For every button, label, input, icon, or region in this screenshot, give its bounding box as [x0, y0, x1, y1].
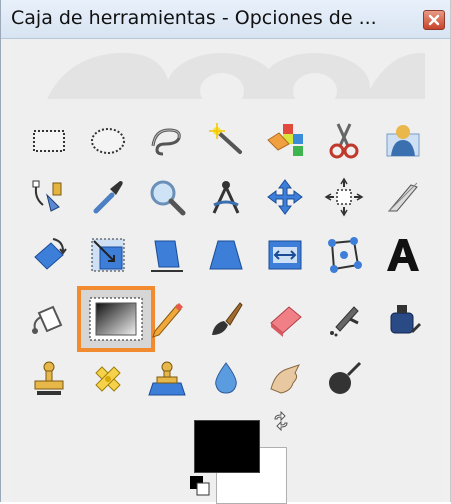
airbrush-icon: [330, 306, 359, 337]
close-icon: [428, 14, 440, 26]
perspective-clone-icon: [148, 361, 186, 396]
clone-icon: [34, 361, 64, 395]
tool-perspective-clone[interactable]: [143, 355, 191, 403]
pencil-icon: [152, 303, 183, 338]
default-colors-icon[interactable]: [189, 475, 211, 497]
title-bar[interactable]: Caja de herramientas - Opciones de ...: [1, 0, 450, 39]
heal-icon: [95, 366, 121, 392]
tool-perspective[interactable]: [202, 231, 250, 279]
tool-zoom[interactable]: [143, 173, 191, 221]
align-icon: [324, 177, 364, 217]
tool-color-picker[interactable]: [84, 173, 132, 221]
rotate-icon: [34, 238, 67, 270]
tool-text[interactable]: [379, 231, 427, 279]
tool-foreground-select[interactable]: [379, 116, 427, 164]
eraser-icon: [270, 306, 302, 337]
color-area: [189, 407, 309, 504]
tool-pencil[interactable]: [143, 295, 191, 343]
tool-move[interactable]: [261, 173, 309, 221]
tool-flip[interactable]: [261, 231, 309, 279]
paths-icon: [32, 180, 62, 212]
tool-select-by-color[interactable]: [261, 116, 309, 164]
foreground-color-swatch[interactable]: [194, 420, 260, 473]
tool-shear[interactable]: [143, 231, 191, 279]
zoom-icon: [150, 180, 186, 216]
select-by-color-icon: [267, 124, 303, 156]
cage-transform-icon: [328, 237, 362, 273]
blend-icon: [89, 297, 143, 341]
dodge-burn-icon: [329, 361, 362, 394]
ellipse-select-icon: [91, 128, 125, 154]
tool-ink[interactable]: [379, 295, 427, 343]
tool-dodge-burn[interactable]: [320, 355, 368, 403]
tool-measure[interactable]: [202, 173, 250, 221]
color-picker-icon: [93, 181, 123, 214]
ink-icon: [390, 305, 421, 334]
swap-colors-icon[interactable]: [271, 411, 291, 431]
tool-cage-transform[interactable]: [320, 231, 368, 279]
tool-free-select[interactable]: [143, 116, 191, 164]
close-button[interactable]: [423, 10, 445, 30]
tool-bucket-fill[interactable]: [25, 295, 73, 343]
move-icon: [267, 179, 303, 215]
bucket-fill-icon: [32, 305, 63, 334]
scissors-select-icon: [329, 123, 359, 159]
tool-smudge[interactable]: [261, 355, 309, 403]
window-title: Caja de herramientas - Opciones de ...: [11, 7, 377, 29]
tool-paths[interactable]: [25, 173, 73, 221]
crop-icon: [387, 182, 418, 212]
flip-icon: [268, 240, 302, 270]
rect-select-icon: [33, 130, 65, 152]
shear-icon: [151, 240, 183, 272]
smudge-icon: [270, 364, 300, 394]
tool-paintbrush[interactable]: [202, 295, 250, 343]
tool-eraser[interactable]: [261, 295, 309, 343]
tool-rect-select[interactable]: [25, 116, 73, 164]
toolbox-panel: [11, 39, 442, 504]
free-select-icon: [151, 128, 181, 156]
tool-scale[interactable]: [84, 231, 132, 279]
tool-scissors-select[interactable]: [320, 116, 368, 164]
gimp-wilber-icon: [47, 52, 425, 99]
tool-blur-sharpen[interactable]: [202, 355, 250, 403]
text-icon: [387, 239, 419, 271]
tool-clone[interactable]: [25, 355, 73, 403]
fuzzy-select-icon: [209, 123, 242, 154]
tool-crop[interactable]: [379, 173, 427, 221]
tool-align[interactable]: [320, 173, 368, 221]
toolbox-window: Caja de herramientas - Opciones de ...: [0, 0, 451, 504]
tool-heal[interactable]: [84, 355, 132, 403]
tool-ellipse-select[interactable]: [84, 116, 132, 164]
tool-fuzzy-select[interactable]: [202, 116, 250, 164]
perspective-icon: [209, 240, 243, 270]
scale-icon: [91, 238, 125, 272]
paintbrush-icon: [212, 302, 243, 335]
blur-sharpen-icon: [215, 362, 237, 394]
tool-airbrush[interactable]: [320, 295, 368, 343]
tool-rotate[interactable]: [25, 231, 73, 279]
measure-icon: [212, 181, 240, 214]
foreground-select-icon: [386, 125, 420, 157]
